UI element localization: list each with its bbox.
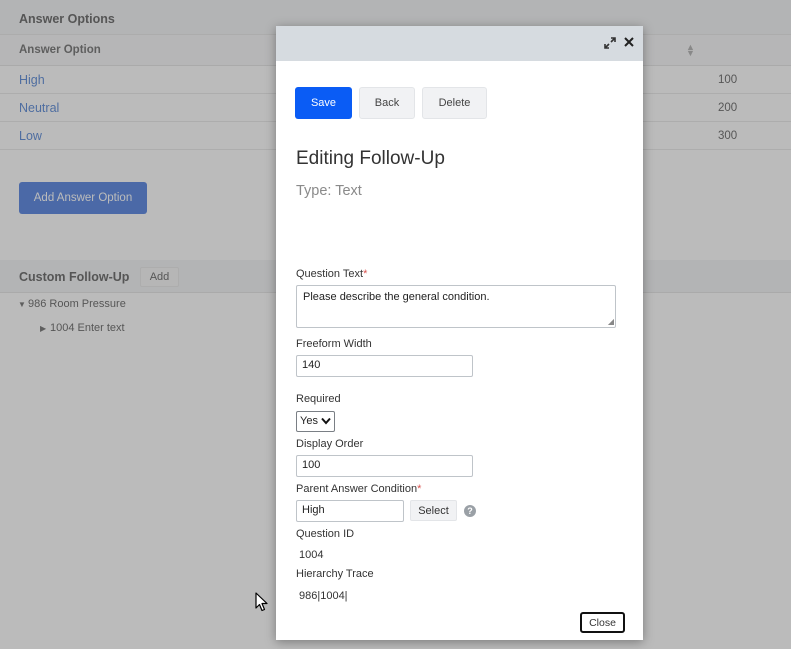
help-icon[interactable]: ? (464, 505, 476, 517)
freeform-width-input[interactable]: 140 (296, 355, 473, 377)
question-id-label: Question ID (296, 528, 355, 540)
freeform-width-label: Freeform Width (296, 338, 372, 350)
dialog-title: Editing Follow-Up (296, 148, 445, 169)
dialog-title-bar (276, 26, 643, 61)
display-order-input[interactable]: 100 (296, 455, 473, 477)
required-select[interactable]: Yes (296, 411, 335, 432)
question-id-value: 1004 (299, 549, 324, 561)
delete-button[interactable]: Delete (422, 87, 487, 119)
close-button[interactable]: Close (580, 612, 625, 633)
required-marker: * (417, 483, 422, 495)
parent-answer-condition-input[interactable]: High (296, 500, 404, 522)
expand-icon[interactable] (603, 36, 617, 50)
freeform-width-value: 140 (302, 359, 321, 371)
display-order-label: Display Order (296, 438, 364, 450)
parent-answer-condition-label: Parent Answer Condition* (296, 483, 422, 495)
select-condition-button[interactable]: Select (410, 500, 457, 521)
mouse-cursor-icon (255, 592, 268, 612)
dialog-subtitle: Type: Text (296, 183, 362, 199)
required-select-value: Yes (300, 415, 318, 427)
question-text-label: Question Text* (296, 268, 368, 280)
required-label: Required (296, 393, 341, 405)
parent-answer-condition-value: High (302, 504, 325, 516)
required-marker: * (363, 268, 368, 280)
question-text-value: Please describe the general condition. (303, 291, 490, 303)
hierarchy-trace-label: Hierarchy Trace (296, 568, 374, 580)
resize-grip-icon[interactable]: ◢ (608, 318, 614, 326)
edit-followup-dialog: Save Back Delete Editing Follow-Up Type:… (276, 26, 643, 640)
close-icon[interactable] (622, 35, 636, 49)
back-button[interactable]: Back (359, 87, 415, 119)
chevron-down-icon (321, 417, 331, 425)
hierarchy-trace-value: 986|1004| (299, 590, 348, 602)
question-text-field[interactable]: Please describe the general condition. ◢ (296, 285, 616, 328)
save-button[interactable]: Save (295, 87, 352, 119)
display-order-value: 100 (302, 459, 321, 471)
